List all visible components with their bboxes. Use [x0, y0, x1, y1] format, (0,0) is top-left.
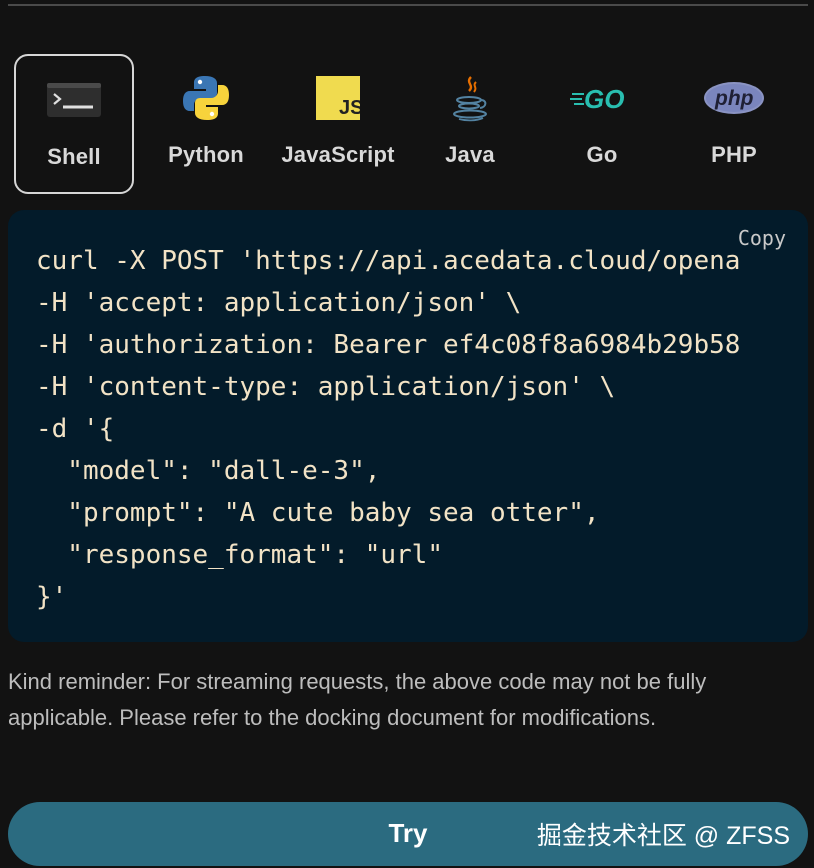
page: Shell Python JS JavaScript Java GO Go ph…	[0, 0, 814, 868]
streaming-reminder: Kind reminder: For streaming requests, t…	[8, 669, 707, 730]
code-line: -d '{	[36, 414, 115, 444]
tab-php[interactable]: php PHP	[674, 54, 794, 194]
terminal-icon	[16, 74, 132, 126]
javascript-icon: JS	[278, 72, 398, 124]
tab-label: PHP	[711, 142, 757, 167]
language-tabs: Shell Python JS JavaScript Java GO Go ph…	[8, 54, 808, 194]
go-icon-text: GO	[584, 84, 624, 112]
python-icon	[146, 72, 266, 124]
code-line: "prompt": "A cute baby sea otter",	[36, 498, 600, 528]
code-line: -H 'authorization: Bearer ef4c08f8a6984b…	[36, 330, 741, 360]
code-line: curl -X POST 'https://api.acedata.cloud/…	[36, 246, 741, 276]
code-line: -H 'content-type: application/json' \	[36, 372, 616, 402]
code-panel: Copy curl -X POST 'https://api.acedata.c…	[8, 210, 808, 642]
code-line: -H 'accept: application/json' \	[36, 288, 522, 318]
copy-button[interactable]: Copy	[738, 226, 786, 250]
code-line: }'	[36, 582, 68, 612]
javascript-icon-text: JS	[339, 97, 360, 119]
tab-java[interactable]: Java	[410, 54, 530, 194]
tab-python[interactable]: Python	[146, 54, 266, 194]
tab-javascript[interactable]: JS JavaScript	[278, 54, 398, 194]
go-icon: GO	[542, 72, 662, 124]
code-line: "response_format": "url"	[36, 540, 443, 570]
top-divider	[8, 4, 808, 6]
php-icon-text: php	[714, 87, 754, 110]
tab-shell[interactable]: Shell	[14, 54, 134, 194]
code-line: "model": "dall-e-3",	[36, 456, 381, 486]
php-icon: php	[674, 72, 794, 124]
java-icon	[410, 72, 530, 124]
code-block: curl -X POST 'https://api.acedata.cloud/…	[36, 240, 740, 618]
watermark: 掘金技术社区 @ ZFSS	[536, 822, 790, 850]
tab-go[interactable]: GO Go	[542, 54, 662, 194]
